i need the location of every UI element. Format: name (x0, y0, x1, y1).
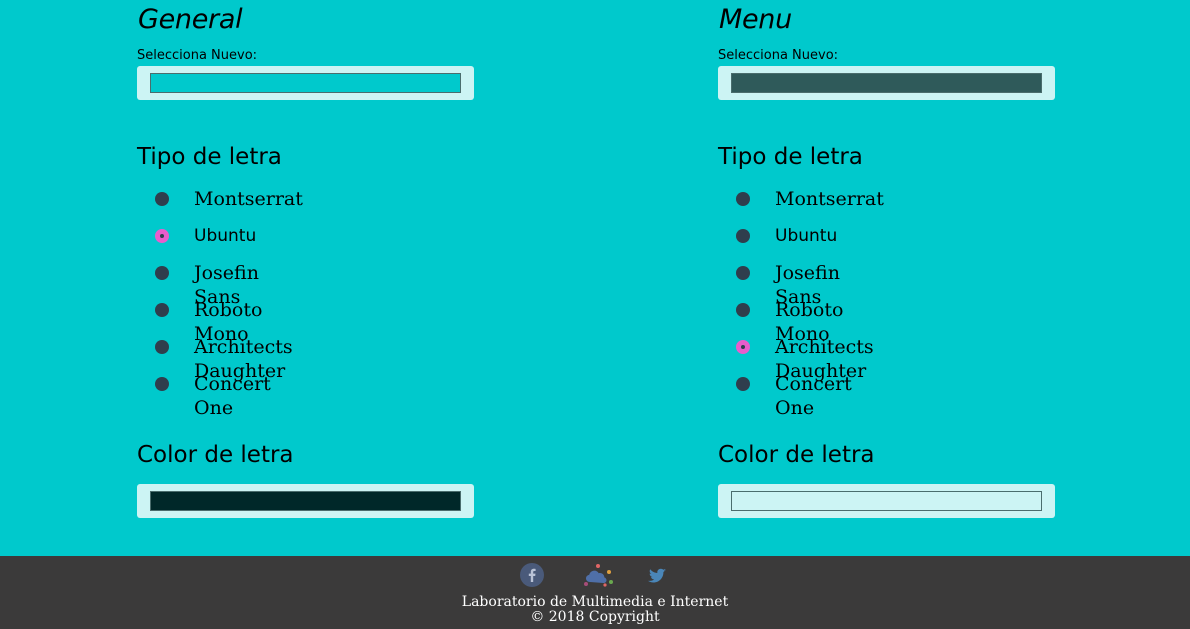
font-option-label: Ubuntu (194, 226, 257, 246)
menu-background-swatch[interactable] (731, 73, 1042, 93)
menu-background-color-picker[interactable] (718, 66, 1055, 100)
font-option-label: Concert One (775, 373, 852, 419)
general-text-color-picker[interactable] (137, 484, 474, 518)
general-background-swatch[interactable] (150, 73, 461, 93)
font-option-label: Montserrat (775, 188, 884, 210)
font-radio[interactable] (736, 266, 750, 280)
menu-color-heading: Color de letra (718, 442, 875, 468)
font-radio[interactable] (736, 192, 750, 206)
font-radio[interactable] (736, 229, 750, 243)
general-background-color-picker[interactable] (137, 66, 474, 100)
general-title: General (138, 4, 243, 35)
font-radio[interactable] (155, 266, 169, 280)
font-option-label: Concert One (194, 373, 271, 419)
font-option-label: Montserrat (194, 188, 303, 210)
twitter-icon[interactable] (645, 563, 669, 587)
general-text-color-swatch[interactable] (150, 491, 461, 511)
font-radio[interactable] (155, 192, 169, 206)
facebook-icon[interactable] (520, 563, 544, 587)
menu-text-color-picker[interactable] (718, 484, 1055, 518)
font-radio[interactable] (155, 340, 169, 354)
menu-text-color-swatch[interactable] (731, 491, 1042, 511)
footer-lab-name: Laboratorio de Multimedia e Internet (461, 594, 729, 610)
menu-font-heading: Tipo de letra (718, 144, 863, 170)
font-radio[interactable] (736, 377, 750, 391)
font-radio[interactable] (155, 303, 169, 317)
cloud-network-icon[interactable] (583, 563, 615, 587)
social-links (0, 563, 1190, 589)
font-radio[interactable] (736, 340, 750, 354)
site-footer: Laboratorio de Multimedia e Internet © 2… (0, 556, 1190, 629)
font-radio[interactable] (736, 303, 750, 317)
general-font-heading: Tipo de letra (137, 144, 282, 170)
footer-copyright: © 2018 Copyright (530, 609, 660, 625)
general-color-heading: Color de letra (137, 442, 294, 468)
menu-picker-label: Selecciona Nuevo: (718, 48, 839, 63)
font-radio[interactable] (155, 377, 169, 391)
font-option-label: Ubuntu (775, 226, 838, 246)
font-radio[interactable] (155, 229, 169, 243)
general-picker-label: Selecciona Nuevo: (137, 48, 258, 63)
menu-title: Menu (719, 4, 792, 35)
